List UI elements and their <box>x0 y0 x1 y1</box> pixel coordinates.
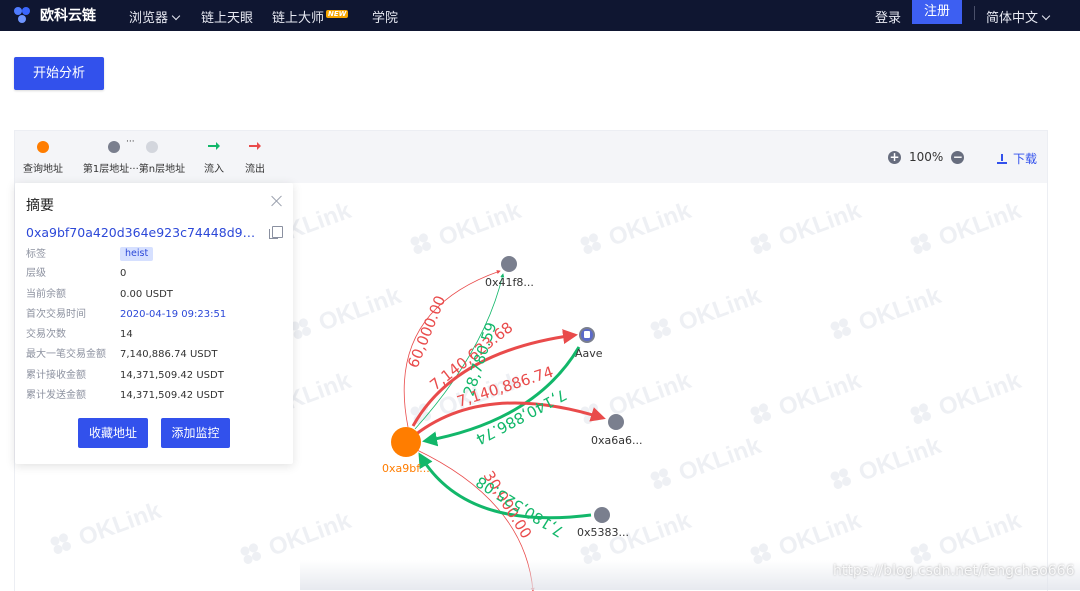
register-button[interactable]: 注册 <box>912 0 962 24</box>
row-value: 14,371,509.42 USDT <box>120 390 224 401</box>
legend-query-label: 查询地址 <box>23 164 63 175</box>
oklink-watermark: OKLink <box>935 197 1025 252</box>
oklink-watermark: OKLink <box>775 197 865 252</box>
zoom-out-icon[interactable]: − <box>951 150 965 164</box>
zoom-level: 100% <box>909 150 944 164</box>
row-value: 14 <box>120 329 133 340</box>
row-key: 最大一笔交易金额 <box>26 349 106 360</box>
oklink-watermark: OKLink <box>675 432 765 487</box>
row-value: 0.00 USDT <box>120 289 173 300</box>
language-select[interactable]: 简体中文 <box>986 7 1051 26</box>
row-key: 层级 <box>26 268 46 279</box>
oklink-watermark: OKLink <box>435 197 525 252</box>
aave-logo-icon <box>584 331 590 338</box>
url-watermark: https://blog.csdn.net/fengchao666 <box>833 563 1075 579</box>
layer1-dot-icon <box>108 141 120 153</box>
node-label: Aave <box>575 347 603 360</box>
oklink-watermark: OKLink <box>935 507 1025 562</box>
oklink-watermark: OKLink <box>265 507 355 562</box>
summary-title: 摘要 <box>26 198 54 214</box>
oklink-watermark: OKLink <box>315 282 405 337</box>
outflow-arrow-icon <box>249 142 261 150</box>
node-label: 0x41f8... <box>485 276 534 289</box>
oklink-watermark: OKLink <box>855 432 945 487</box>
favorite-address-button[interactable]: 收藏地址 <box>78 418 148 448</box>
oklink-watermark: OKLink <box>775 367 865 422</box>
oklink-watermark: OKLink <box>935 367 1025 422</box>
node-label: 0x5383... <box>577 526 629 539</box>
row-key: 交易次数 <box>26 329 66 340</box>
oklink-watermark: OKLink <box>605 197 695 252</box>
inflow-arrow-icon <box>208 142 220 150</box>
add-monitor-button[interactable]: 添加监控 <box>161 418 230 448</box>
legend-ellipsis: ··· <box>126 137 135 147</box>
zoom-in-icon[interactable]: + <box>888 150 901 164</box>
close-icon[interactable] <box>271 195 283 207</box>
summary-address[interactable]: 0xa9bf70a420d364e923c74448d9d817... <box>26 225 262 240</box>
edge-label-60000: 60,000.00 <box>404 293 449 371</box>
nav-item-chain-master[interactable]: 链上大师 NEW <box>272 7 349 26</box>
row-value: 14,371,509.42 USDT <box>120 370 224 381</box>
download-icon <box>997 154 1007 164</box>
brand-name: 欧科云链 <box>40 8 96 24</box>
brand[interactable]: 欧科云链 <box>14 5 96 25</box>
row-value: 0 <box>120 268 127 279</box>
summary-card: 摘要 0xa9bf70a420d364e923c74448d9d817... 标… <box>15 183 293 464</box>
legend-inflow-label: 流入 <box>204 164 224 175</box>
node-0x5383[interactable]: 0x5383... <box>577 507 629 539</box>
download-button[interactable]: 下载 <box>997 150 1037 167</box>
new-badge: NEW <box>326 10 349 18</box>
zoom-control: + 100% − <box>888 150 965 164</box>
legend-bar: 查询地址 ··· 第1层地址···第n层地址 流入 流出 + 100% − 下载 <box>15 131 1047 183</box>
chevron-down-icon <box>171 11 181 21</box>
node-0x41f8[interactable]: 0x41f8... <box>485 256 534 289</box>
oklink-watermark: OKLink <box>75 497 165 552</box>
brand-logo-icon <box>14 5 34 25</box>
start-analysis-button[interactable]: 开始分析 <box>14 57 104 90</box>
node-query-center[interactable]: 0xa9bf... <box>382 427 430 475</box>
row-key: 标签 <box>26 249 46 260</box>
download-label: 下载 <box>1013 152 1038 166</box>
node-label: 0xa9bf... <box>382 462 430 475</box>
first-tx-time-link[interactable]: 2020-04-19 09:23:51 <box>120 308 226 322</box>
row-key: 当前余额 <box>26 289 66 300</box>
copy-icon[interactable] <box>269 226 283 239</box>
legend-outflow-label: 流出 <box>245 164 265 175</box>
legend-layers-label: 第1层地址···第n层地址 <box>82 164 186 175</box>
node-aave[interactable]: Aave <box>575 327 603 360</box>
node-label: 0xa6a6... <box>591 434 642 447</box>
cut-off-options <box>14 24 254 31</box>
nav-item-academy[interactable]: 学院 <box>372 7 398 26</box>
chevron-down-icon <box>1041 11 1051 21</box>
row-key: 累计发送金额 <box>26 390 86 401</box>
oklink-watermark: OKLink <box>855 282 945 337</box>
oklink-watermark: OKLink <box>675 282 765 337</box>
layern-dot-icon <box>146 141 158 153</box>
login-link[interactable]: 登录 <box>875 7 901 26</box>
oklink-watermark: OKLink <box>775 507 865 562</box>
row-key: 首次交易时间 <box>26 309 86 320</box>
nav-divider <box>974 6 975 20</box>
heist-tag-badge: heist <box>120 247 154 261</box>
oklink-watermark: OKLink <box>605 367 695 422</box>
row-key: 累计接收金额 <box>26 370 86 381</box>
row-value: 7,140,886.74 USDT <box>120 349 218 360</box>
query-dot-icon <box>37 141 49 153</box>
